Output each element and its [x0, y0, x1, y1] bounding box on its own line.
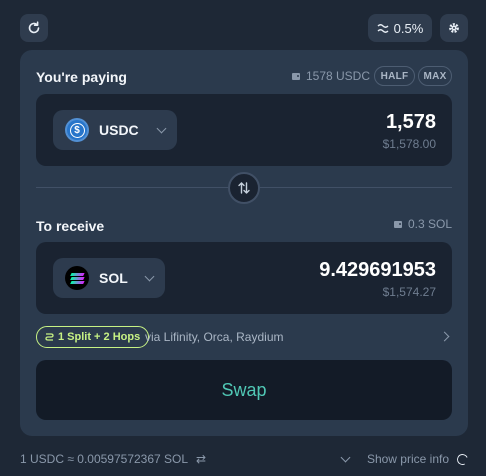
- footer: 1 USDC ≈ 0.00597572367 SOL ⇄ Show price …: [20, 451, 470, 468]
- swap-vertical-icon: [238, 182, 250, 194]
- receive-label: To receive: [36, 218, 105, 234]
- swap-card: You're paying 1578 USDC HALF MAX $ USDC …: [20, 50, 468, 436]
- sol-logo-icon: [65, 266, 89, 290]
- pay-token-box: $ USDC 1,578 $1,578.00: [36, 94, 452, 166]
- chevron-down-icon: [144, 271, 155, 281]
- split-route-icon: [45, 333, 54, 341]
- route-badge-label: 1 Split + 2 Hops: [58, 331, 141, 343]
- route-via-text: via Lifinity, Orca, Raydium: [145, 330, 284, 344]
- swap-button[interactable]: Swap: [36, 360, 452, 420]
- receive-amount: 9.429691953: [319, 259, 436, 281]
- divider: [36, 187, 229, 188]
- route-info[interactable]: 1 Split + 2 Hops via Lifinity, Orca, Ray…: [36, 326, 452, 348]
- paying-label: You're paying: [36, 69, 127, 85]
- pay-token-selector[interactable]: $ USDC: [53, 110, 177, 150]
- wallet-icon: [393, 220, 402, 228]
- exchange-rate: 1 USDC ≈ 0.00597572367 SOL ⇄: [20, 452, 206, 466]
- receive-token-selector[interactable]: SOL: [53, 258, 165, 298]
- refresh-button[interactable]: [20, 14, 48, 42]
- route-badge: 1 Split + 2 Hops: [36, 326, 150, 348]
- chevron-right-icon[interactable]: [439, 331, 450, 342]
- receive-balance-value: 0.3 SOL: [407, 217, 452, 231]
- wallet-icon: [291, 72, 300, 80]
- receive-balance: 0.3 SOL: [393, 217, 452, 231]
- pay-token-symbol: USDC: [99, 122, 139, 138]
- pay-amount-input[interactable]: 1,578: [386, 111, 436, 134]
- settings-button[interactable]: [440, 14, 468, 42]
- receive-token-box: SOL 9.429691953 $1,574.27: [36, 242, 452, 314]
- receive-usd-value: $1,574.27: [382, 285, 436, 299]
- gear-icon: [449, 23, 459, 33]
- slippage-button[interactable]: 0.5%: [368, 14, 432, 42]
- refresh-icon: [28, 21, 40, 34]
- chevron-down-icon: [340, 452, 351, 462]
- switch-direction-button[interactable]: [228, 172, 260, 204]
- exchange-rate-text: 1 USDC ≈ 0.00597572367 SOL: [20, 452, 189, 466]
- divider: [259, 187, 452, 188]
- timer-icon: [455, 451, 470, 467]
- show-price-info-button[interactable]: Show price info: [340, 451, 470, 467]
- pay-balance: 1578 USDC: [291, 69, 370, 83]
- slippage-value: 0.5%: [393, 20, 424, 36]
- price-info-label: Show price info: [366, 452, 449, 466]
- pay-balance-value: 1578 USDC: [305, 69, 370, 83]
- pay-usd-value: $1,578.00: [382, 137, 436, 151]
- receive-token-symbol: SOL: [99, 270, 128, 286]
- usdc-logo-icon: $: [65, 118, 89, 142]
- sliders-icon: [377, 23, 389, 33]
- chevron-down-icon: [156, 123, 167, 133]
- top-bar: 0.5%: [20, 14, 468, 42]
- max-button[interactable]: MAX: [418, 66, 452, 86]
- swap-horizontal-icon[interactable]: ⇄: [196, 452, 206, 466]
- half-button[interactable]: HALF: [374, 66, 415, 86]
